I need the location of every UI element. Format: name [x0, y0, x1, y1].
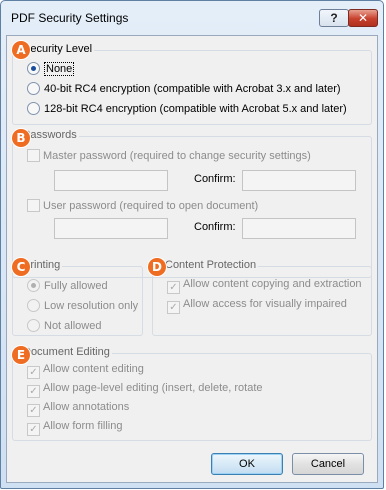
allow-form-filling-checkbox[interactable]: ✓ Allow form filling	[27, 420, 122, 436]
allow-page-editing-checkbox[interactable]: ✓ Allow page-level editing (insert, delet…	[27, 382, 263, 398]
user-password-input[interactable]	[54, 218, 168, 239]
ok-button[interactable]: OK	[211, 453, 283, 475]
master-password-label: Master password (required to change secu…	[43, 150, 311, 162]
badge-e: E	[12, 346, 30, 364]
security-level-group: Security Level None 40-bit RC4 encryptio…	[12, 43, 372, 125]
radio-none-indicator[interactable]	[27, 62, 40, 75]
allow-copying-checkbox[interactable]: ✓ Allow content copying and extraction	[167, 278, 362, 294]
allow-content-editing-label[interactable]: Allow content editing	[43, 363, 144, 375]
master-password-checkbox[interactable]: Master password (required to change secu…	[27, 149, 311, 162]
radio-none-label[interactable]: None	[44, 62, 75, 76]
master-password-input[interactable]	[54, 170, 168, 191]
allow-content-editing-check[interactable]: ✓	[27, 366, 40, 379]
document-editing-group: Document Editing ✓ Allow content editing …	[12, 346, 372, 441]
radio-fully-allowed-label[interactable]: Fully allowed	[44, 280, 108, 292]
cancel-button[interactable]: Cancel	[292, 453, 364, 475]
close-button[interactable]: ✕	[348, 9, 378, 27]
user-password-checkbox[interactable]: User password (required to open document…	[27, 199, 258, 212]
allow-accessibility-checkbox[interactable]: ✓ Allow access for visually impaired	[167, 298, 347, 314]
radio-not-allowed[interactable]: Not allowed	[27, 319, 101, 332]
allow-accessibility-label[interactable]: Allow access for visually impaired	[183, 298, 347, 310]
radio-none[interactable]: None	[27, 62, 75, 76]
master-confirm-input[interactable]	[242, 170, 356, 191]
radio-fully-allowed[interactable]: Fully allowed	[27, 279, 108, 292]
allow-annotations-checkbox[interactable]: ✓ Allow annotations	[27, 401, 129, 417]
allow-copying-check[interactable]: ✓	[167, 281, 180, 294]
badge-d: D	[148, 258, 166, 276]
security-level-legend: Security Level	[21, 43, 95, 55]
radio-low-resolution-indicator[interactable]	[27, 299, 40, 312]
title-bar[interactable]: PDF Security Settings ? ✕	[1, 1, 383, 35]
radio-128bit-label[interactable]: 128-bit RC4 encryption (compatible with …	[44, 103, 347, 115]
radio-low-resolution[interactable]: Low resolution only	[27, 299, 138, 312]
passwords-group: Passwords Master password (required to c…	[12, 129, 372, 278]
allow-annotations-check[interactable]: ✓	[27, 404, 40, 417]
radio-40bit-indicator[interactable]	[27, 82, 40, 95]
master-password-check[interactable]	[27, 149, 40, 162]
allow-form-filling-label[interactable]: Allow form filling	[43, 420, 122, 432]
badge-a: A	[12, 41, 30, 59]
allow-form-filling-check[interactable]: ✓	[27, 423, 40, 436]
user-confirm-label: Confirm:	[194, 221, 236, 233]
radio-not-allowed-indicator[interactable]	[27, 319, 40, 332]
badge-c: C	[12, 258, 30, 276]
dialog-window: PDF Security Settings ? ✕ Security Level…	[0, 0, 384, 489]
radio-low-resolution-label[interactable]: Low resolution only	[44, 300, 138, 312]
radio-not-allowed-label[interactable]: Not allowed	[44, 320, 101, 332]
allow-accessibility-check[interactable]: ✓	[167, 301, 180, 314]
allow-page-editing-check[interactable]: ✓	[27, 385, 40, 398]
allow-page-editing-label[interactable]: Allow page-level editing (insert, delete…	[43, 382, 263, 394]
radio-40bit[interactable]: 40-bit RC4 encryption (compatible with A…	[27, 82, 341, 95]
user-confirm-input[interactable]	[242, 218, 356, 239]
window-title: PDF Security Settings	[11, 11, 129, 25]
document-editing-legend: Document Editing	[21, 346, 112, 358]
allow-annotations-label[interactable]: Allow annotations	[43, 401, 129, 413]
user-password-check[interactable]	[27, 199, 40, 212]
printing-group: Printing Fully allowed Low resolution on…	[12, 259, 143, 336]
content-protection-group: Content Protection ✓ Allow content copyin…	[152, 259, 372, 336]
radio-fully-allowed-indicator[interactable]	[27, 279, 40, 292]
radio-128bit[interactable]: 128-bit RC4 encryption (compatible with …	[27, 102, 347, 115]
allow-content-editing-checkbox[interactable]: ✓ Allow content editing	[27, 363, 144, 379]
master-confirm-label: Confirm:	[194, 173, 236, 185]
user-password-label: User password (required to open document…	[43, 200, 259, 212]
dialog-body: Security Level None 40-bit RC4 encryptio…	[6, 35, 378, 483]
content-protection-legend: Content Protection	[163, 259, 259, 271]
allow-copying-label[interactable]: Allow content copying and extraction	[183, 278, 362, 290]
badge-b: B	[12, 129, 30, 147]
radio-40bit-label[interactable]: 40-bit RC4 encryption (compatible with A…	[44, 83, 341, 95]
help-button[interactable]: ?	[319, 9, 349, 27]
radio-128bit-indicator[interactable]	[27, 102, 40, 115]
